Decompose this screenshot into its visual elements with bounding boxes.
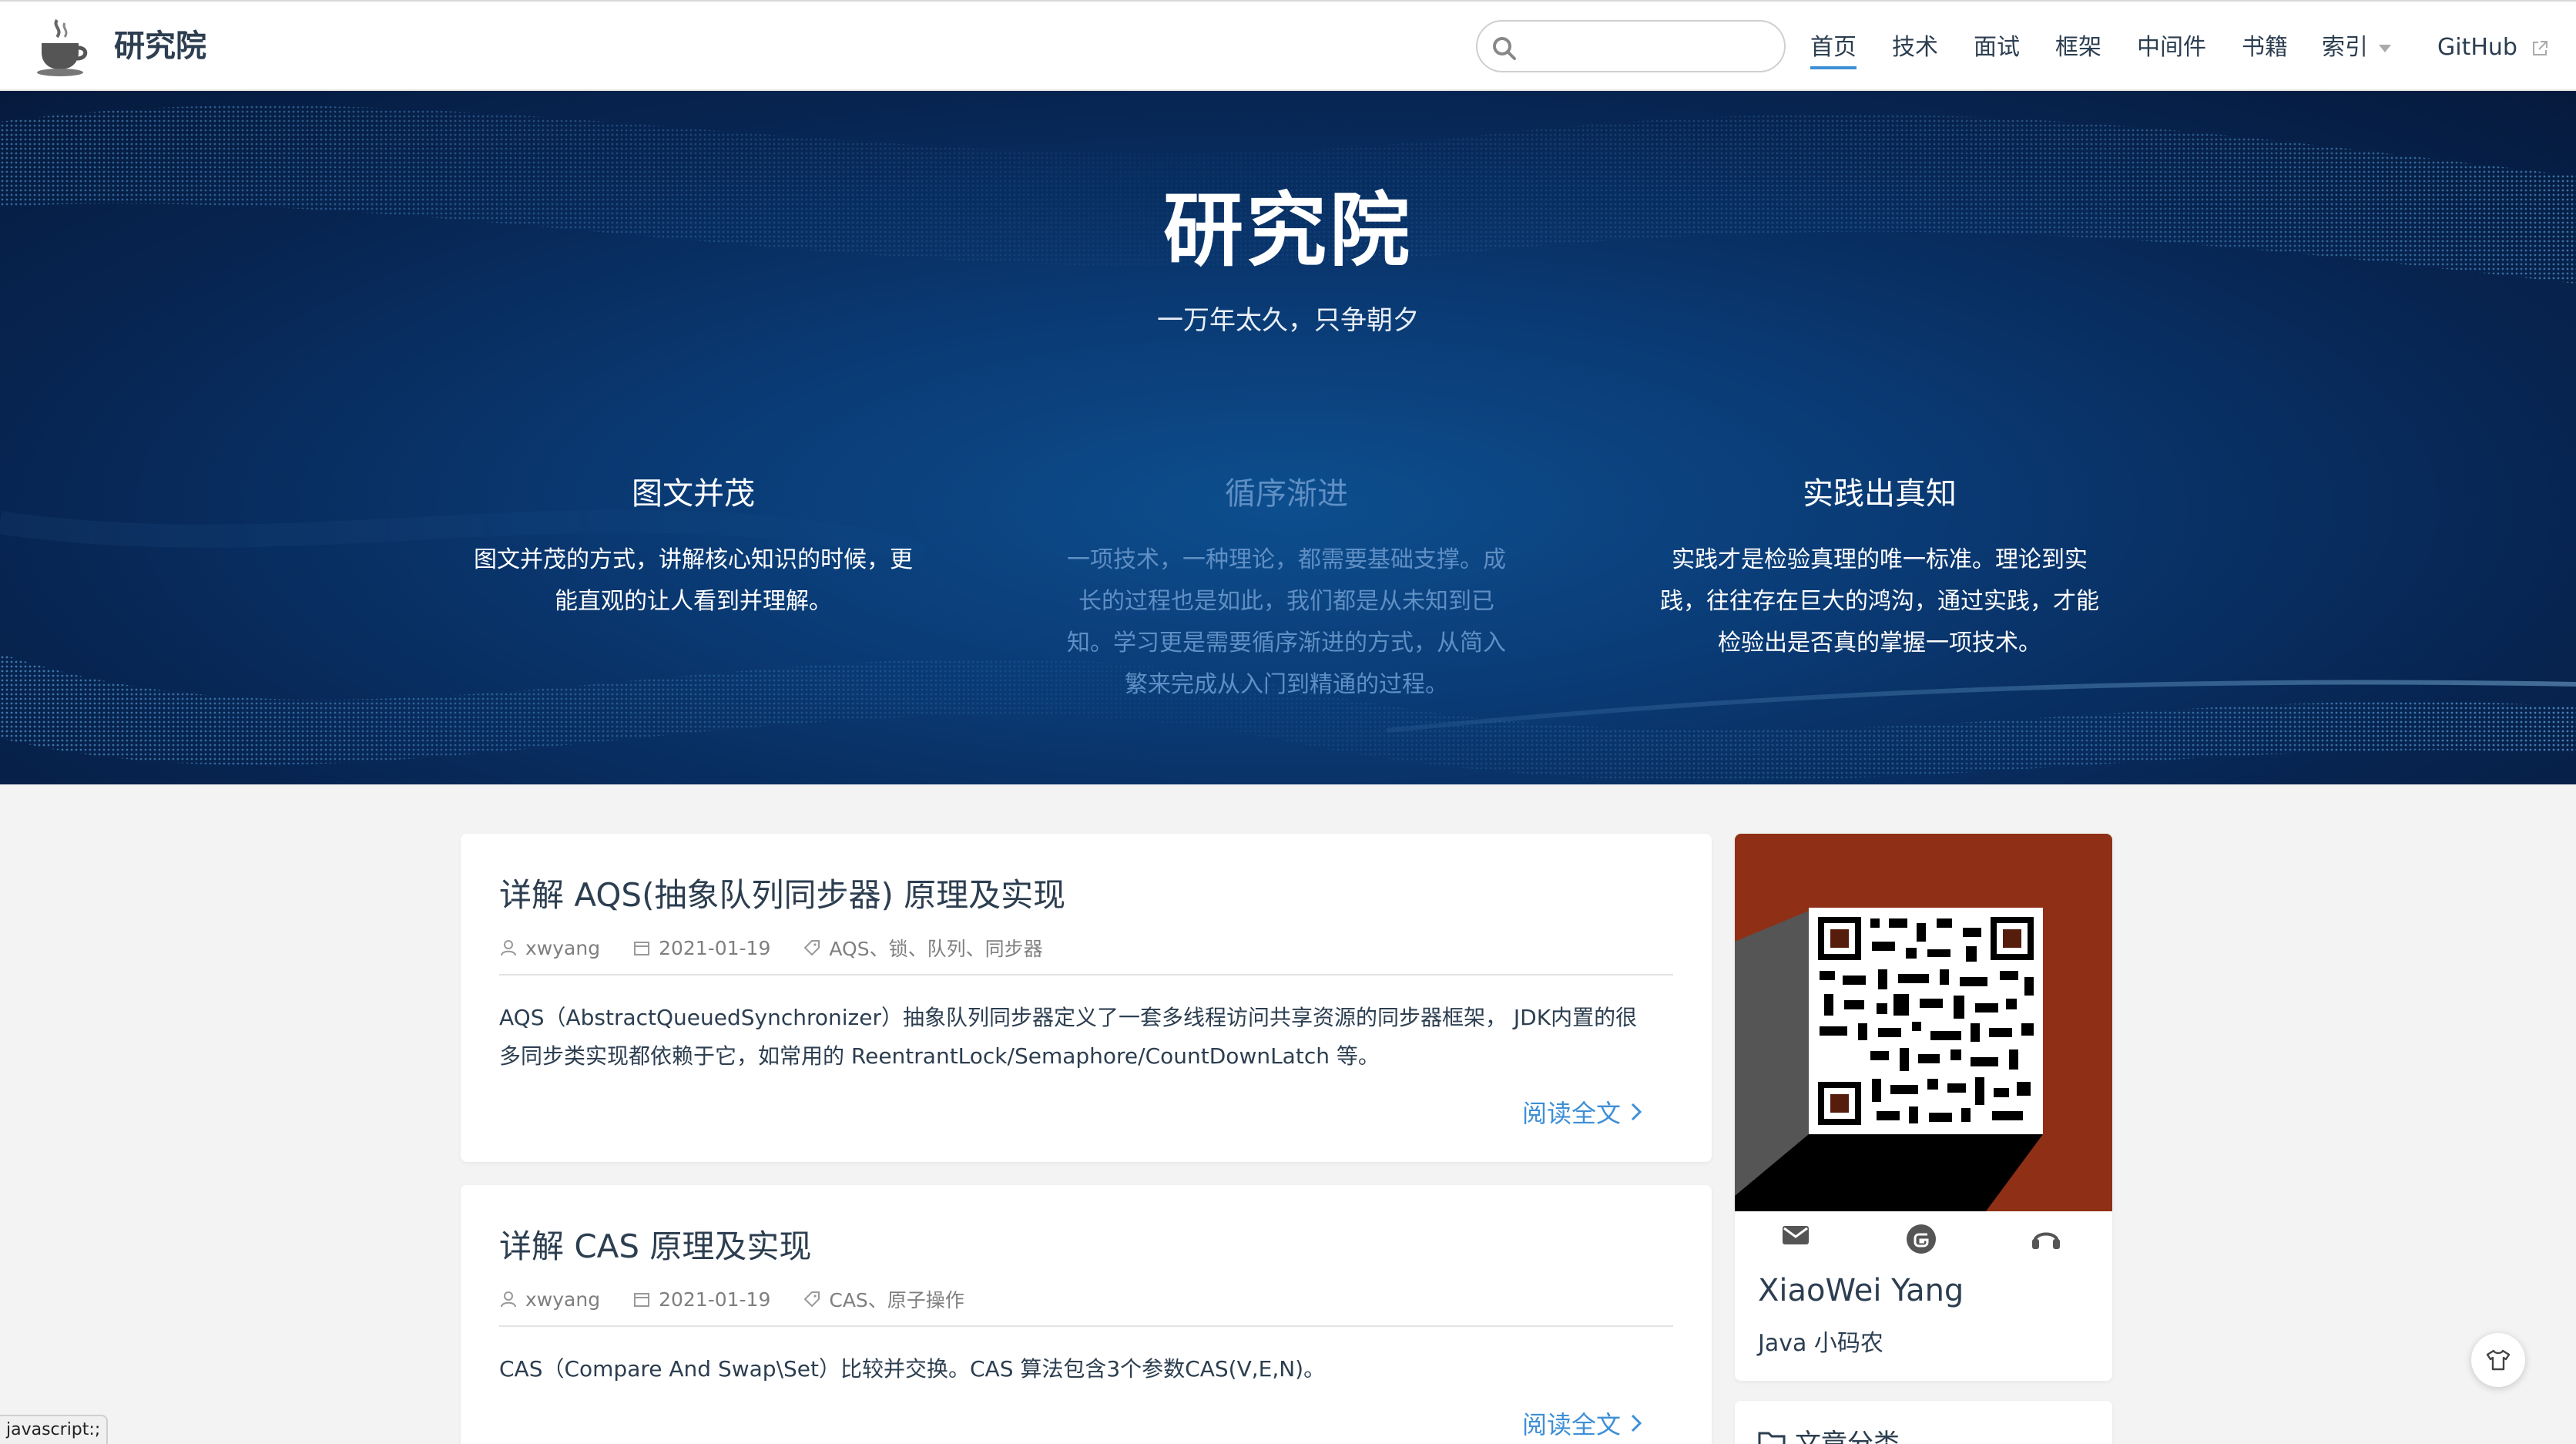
post-card: 详解 CAS 原理及实现 xwyang 2021-01-19 CAS、原子操作 … <box>461 1185 1712 1444</box>
user-icon <box>501 1291 516 1308</box>
post-meta: xwyang 2021-01-19 AQS、锁、队列、同步器 <box>499 934 1075 962</box>
post-title[interactable]: 详解 AQS(抽象队列同步器) 原理及实现 <box>499 869 1065 916</box>
post-tags[interactable]: AQS、锁、队列、同步器 <box>803 934 1043 962</box>
read-more-link[interactable]: 阅读全文 <box>1522 1094 1642 1130</box>
nav-github-label: GitHub <box>2437 34 2517 61</box>
tag-icon <box>803 940 820 956</box>
chevron-right-icon <box>1631 1414 1642 1432</box>
theme-toggle-button[interactable] <box>2471 1333 2525 1387</box>
qr-code-3d-image <box>1735 908 2043 1211</box>
search-box[interactable] <box>1476 20 1786 72</box>
folder-icon <box>1758 1432 1786 1444</box>
feature-text: 图文并茂的方式，讲解核心知识的时候，更 能直观的让人看到并理解。 <box>474 546 913 615</box>
post-author: xwyang <box>499 937 600 959</box>
nav-books[interactable]: 书籍 <box>2242 31 2288 65</box>
nav-index-dropdown[interactable]: 索引 <box>2322 31 2391 65</box>
nav-middleware[interactable]: 中间件 <box>2137 31 2206 65</box>
headphones-icon[interactable] <box>2031 1224 2061 1254</box>
coffee-cup-logo-icon[interactable] <box>34 17 89 77</box>
mail-icon[interactable] <box>1781 1224 1810 1250</box>
feature-title: 图文并茂 <box>632 476 755 512</box>
user-icon <box>501 940 516 956</box>
post-excerpt: CAS（Compare And Swap\Set）比较并交换。CAS 算法包含3… <box>499 1356 1326 1382</box>
feature-title: 实践出真知 <box>1803 476 1957 512</box>
nav-github[interactable]: GitHub <box>2437 31 2548 65</box>
feature-text: 一项技术，一种理论，都需要基础支撑。成 长的过程也是如此，我们都是从未知到已 知… <box>1067 546 1506 698</box>
post-date: 2021-01-19 <box>632 937 770 959</box>
feature-practice: 实践出真知 实践才是检验真理的唯一标准。理论到实 践，往往存在巨大的鸿沟，通过实… <box>1641 468 2118 664</box>
site-name[interactable]: 研究院 <box>114 25 206 68</box>
post-author: xwyang <box>499 1288 600 1311</box>
nav-tech[interactable]: 技术 <box>1892 31 1938 65</box>
category-title: 文章分类 <box>1758 1422 1900 1444</box>
search-icon <box>1493 37 1516 60</box>
feature-step-by-step: 循序渐进 一项技术，一种理论，都需要基础支撑。成 长的过程也是如此，我们都是从未… <box>1048 468 1525 706</box>
post-excerpt: AQS（AbstractQueuedSynchronizer）抽象队列同步器定义… <box>499 1005 1638 1069</box>
external-link-icon <box>2532 40 2547 55</box>
profile-banner <box>1735 834 2112 1211</box>
chevron-right-icon <box>1631 1103 1642 1121</box>
post-tags[interactable]: CAS、原子操作 <box>803 1285 964 1313</box>
post-card: 详解 AQS(抽象队列同步器) 原理及实现 xwyang 2021-01-19 … <box>461 834 1712 1162</box>
shirt-icon <box>2486 1349 2511 1371</box>
post-meta: xwyang 2021-01-19 CAS、原子操作 <box>499 1285 997 1313</box>
profile-name: XiaoWei Yang <box>1758 1273 1964 1308</box>
nav-active-underline <box>1810 66 1857 69</box>
search-input[interactable] <box>1531 29 1770 63</box>
chevron-down-icon <box>2379 44 2391 52</box>
hero-title: 研究院 <box>1162 183 1413 277</box>
profile-description: Java 小码农 <box>1758 1330 1883 1357</box>
post-title[interactable]: 详解 CAS 原理及实现 <box>499 1221 811 1268</box>
calendar-icon <box>634 942 650 955</box>
feature-illustrated: 图文并茂 图文并茂的方式，讲解核心知识的时候，更 能直观的让人看到并理解。 <box>454 468 932 623</box>
read-more-link[interactable]: 阅读全文 <box>1522 1405 1642 1441</box>
top-navbar: 研究院 首页 技术 面试 框架 中间件 书籍 索引 GitHub <box>0 0 2576 91</box>
nav-interview[interactable]: 面试 <box>1974 31 2020 65</box>
feature-title: 循序渐进 <box>1225 476 1348 512</box>
hero-subtitle: 一万年太久，只争朝夕 <box>1157 305 1419 336</box>
feature-text: 实践才是检验真理的唯一标准。理论到实 践，往往存在巨大的鸿沟，通过实践，才能 检… <box>1660 546 2099 657</box>
hero-banner: 研究院 一万年太久，只争朝夕 图文并茂 图文并茂的方式，讲解核心知识的时候，更 … <box>0 91 2576 784</box>
nav-index-label: 索引 <box>2322 34 2368 61</box>
gitee-icon[interactable] <box>1906 1224 1937 1258</box>
post-date: 2021-01-19 <box>632 1288 770 1311</box>
post-divider <box>499 1325 1673 1327</box>
post-divider <box>499 974 1673 976</box>
nav-framework[interactable]: 框架 <box>2055 31 2101 65</box>
tag-icon <box>803 1291 820 1308</box>
nav-home[interactable]: 首页 <box>1810 31 1857 65</box>
calendar-icon <box>634 1293 650 1307</box>
browser-status-bar: javascript:; <box>0 1415 109 1444</box>
